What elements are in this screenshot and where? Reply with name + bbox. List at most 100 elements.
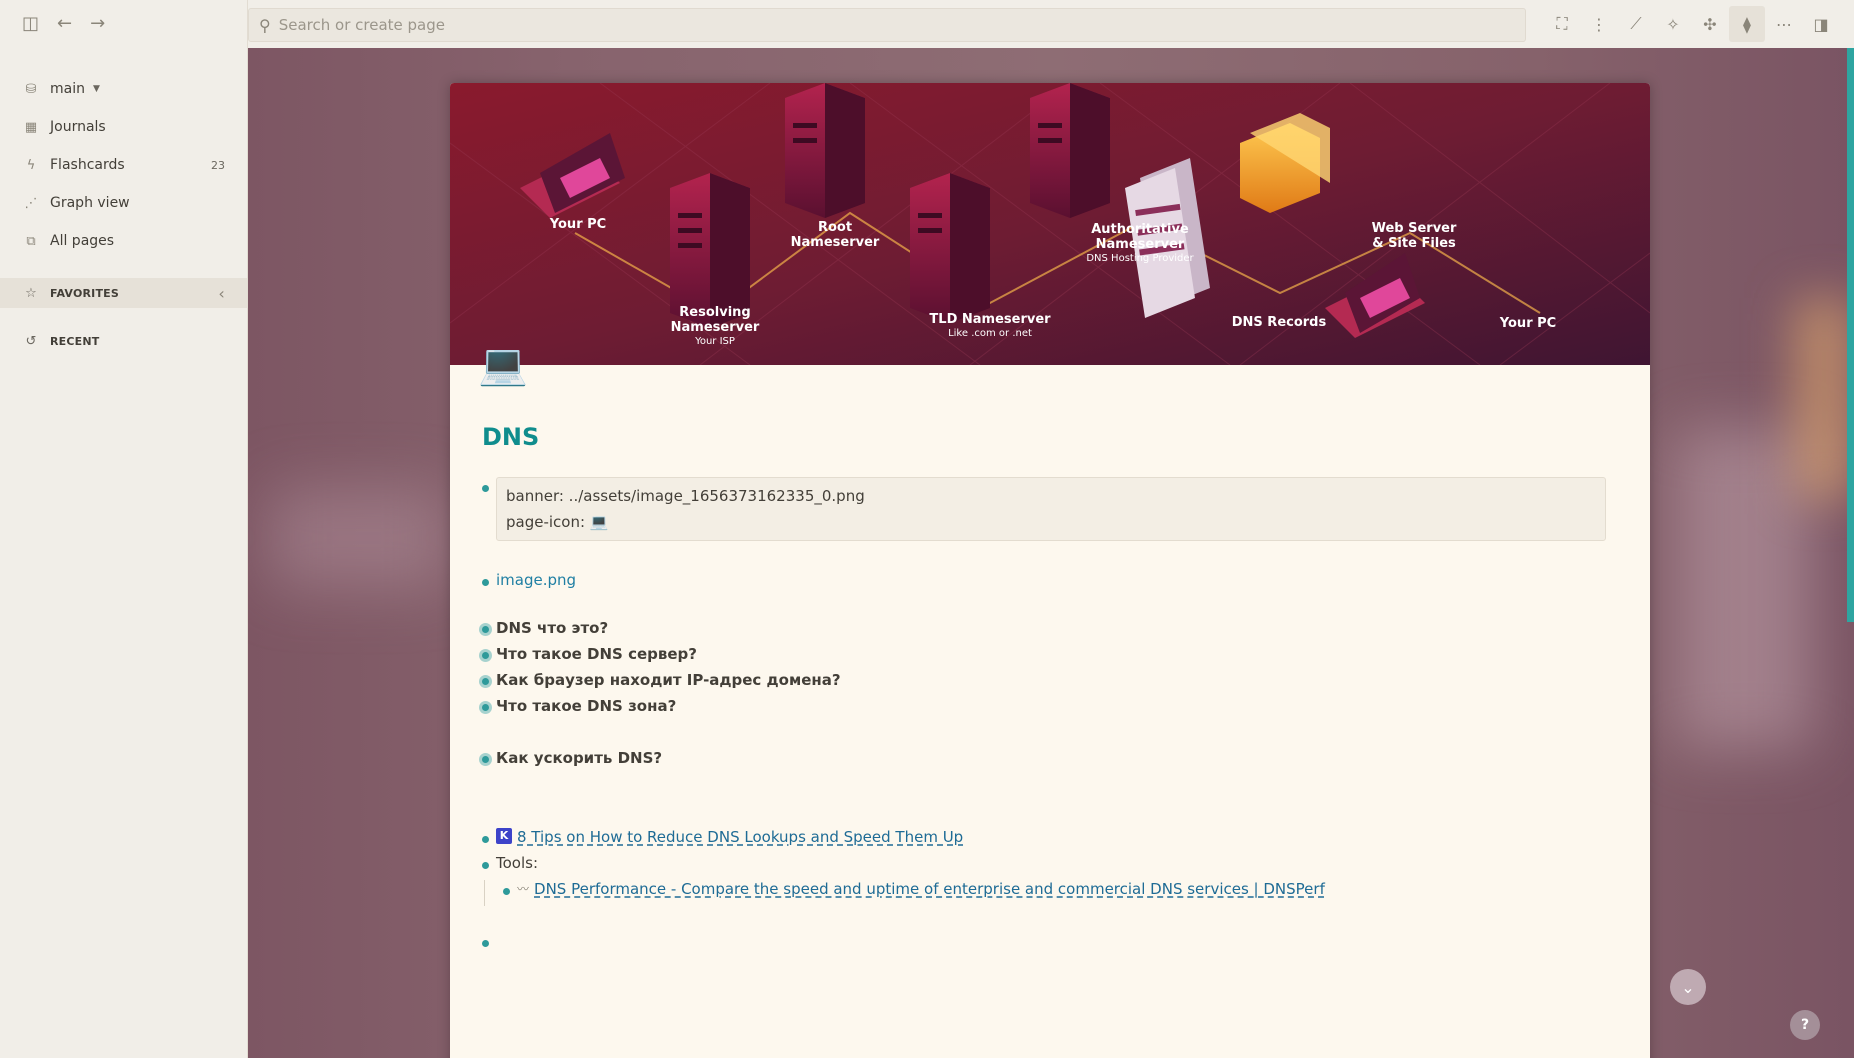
- sidebar-item-all-pages[interactable]: ⧉ All pages: [0, 222, 247, 260]
- page-icon[interactable]: 💻: [478, 345, 528, 385]
- question-text: Что такое DNS зона?: [496, 697, 677, 715]
- empty-block[interactable]: [478, 932, 1622, 958]
- tools-label: Tools:: [496, 854, 539, 872]
- question-block[interactable]: Как ускорить DNS?: [478, 749, 1622, 775]
- collapsed-bullet[interactable]: [479, 623, 492, 636]
- scrollbar[interactable]: [1847, 48, 1854, 622]
- left-sidebar: ◫ ← → ⛁ main ▼ ▦ Journals ϟ Flashcards 2…: [0, 0, 248, 1058]
- sidebar-item-label: Graph view: [50, 195, 130, 211]
- graph-selector[interactable]: ⛁ main ▼: [0, 70, 247, 108]
- forward-arrow-icon[interactable]: →: [90, 15, 105, 33]
- chevron-left-icon[interactable]: ‹: [218, 284, 225, 303]
- page-banner: Your PC Resolving Nameserver Your ISP Ro…: [450, 83, 1650, 365]
- top-header: ⚲ ⛶ ⋮ ⟋ ✧ ✣ ⧫ ⋯ ◨: [248, 0, 1854, 48]
- question-text: Как ускорить DNS?: [496, 749, 663, 767]
- background-blur: [1794, 298, 1854, 498]
- banner-label: Your PC: [1499, 316, 1556, 331]
- sidebar-item-flashcards[interactable]: ϟ Flashcards 23: [0, 146, 247, 184]
- sidebar-item-graph-view[interactable]: ⋰ Graph view: [0, 184, 247, 222]
- question-block[interactable]: Как браузер находит IP-адрес домена?: [478, 671, 1622, 697]
- question-block[interactable]: Что такое DNS зона?: [478, 697, 1622, 723]
- collapsed-bullet[interactable]: [479, 649, 492, 662]
- dnsperf-link[interactable]: DNS Performance - Compare the speed and …: [534, 880, 1325, 898]
- block-bullet[interactable]: [482, 836, 489, 843]
- list-item[interactable]: K 8 Tips on How to Reduce DNS Lookups an…: [478, 828, 1622, 854]
- pages-icon: ⧉: [26, 233, 36, 249]
- block-bullet[interactable]: [482, 579, 489, 586]
- collapsed-bullet[interactable]: [479, 701, 492, 714]
- background-blur: [268, 488, 448, 588]
- flash-icon: ϟ: [26, 157, 36, 173]
- plugin-trend-icon[interactable]: ⟋: [1618, 6, 1654, 42]
- search-icon: ⚲: [259, 15, 271, 35]
- favorites-section[interactable]: ☆ FAVORITES ‹: [0, 278, 247, 308]
- block-bullet[interactable]: [482, 940, 489, 947]
- sidebar-item-label: All pages: [50, 233, 115, 249]
- page-title[interactable]: DNS: [482, 423, 539, 451]
- main-content-area: Your PC Resolving Nameserver Your ISP Ro…: [248, 48, 1854, 1058]
- page-card: Your PC Resolving Nameserver Your ISP Ro…: [450, 83, 1650, 1058]
- banner-label: Your PC: [549, 217, 606, 232]
- banner-server-root: [785, 83, 865, 218]
- star-icon: ☆: [25, 285, 37, 301]
- site-favicon-icon: K: [496, 828, 512, 844]
- banner-label: DNS Records: [1232, 315, 1327, 330]
- sidebar-item-label: Flashcards: [50, 157, 125, 173]
- sidebar-item-journals[interactable]: ▦ Journals: [0, 108, 247, 146]
- banner-label: Authoritative: [1091, 222, 1189, 237]
- search-input[interactable]: [278, 16, 1479, 34]
- question-text: Как браузер находит IP-адрес домена?: [496, 671, 841, 689]
- flashcards-count: 23: [211, 158, 225, 172]
- banner-label: Root: [818, 220, 852, 235]
- question-block[interactable]: DNS что это?: [478, 619, 1622, 645]
- help-button[interactable]: ?: [1790, 1010, 1820, 1040]
- right-sidebar-toggle-icon[interactable]: ◨: [1803, 6, 1839, 42]
- favorites-label: FAVORITES: [50, 286, 119, 300]
- property-page-icon: page-icon: 💻: [506, 513, 609, 531]
- scroll-down-button[interactable]: ⌄: [1670, 969, 1706, 1005]
- collapsed-bullet[interactable]: [479, 675, 492, 688]
- more-horizontal-icon[interactable]: ⋯: [1766, 6, 1802, 42]
- graph-icon: ⋰: [24, 195, 38, 211]
- banner-label: Web Server: [1372, 221, 1457, 236]
- puzzle-icon[interactable]: ⧫: [1729, 6, 1765, 42]
- image-link[interactable]: image.png: [496, 571, 576, 589]
- banner-sublabel: Your ISP: [694, 336, 735, 347]
- database-icon: ⛁: [25, 81, 37, 97]
- properties-box[interactable]: banner: ../assets/image_1656373162335_0.…: [496, 477, 1606, 541]
- search-bar[interactable]: ⚲: [248, 8, 1526, 42]
- plugin-network-icon[interactable]: ✣: [1692, 6, 1728, 42]
- banner-server-tld: [910, 173, 990, 323]
- banner-server-authoritative: [1030, 83, 1110, 218]
- question-block[interactable]: Что такое DNS сервер?: [478, 645, 1622, 671]
- page-blocks: banner: ../assets/image_1656373162335_0.…: [478, 475, 1622, 958]
- recent-section[interactable]: ↺ RECENT: [0, 326, 247, 356]
- block-bullet[interactable]: [503, 888, 510, 895]
- banner-label: Nameserver: [671, 320, 760, 335]
- properties-block[interactable]: banner: ../assets/image_1656373162335_0.…: [478, 475, 1622, 541]
- block-bullet[interactable]: [482, 485, 489, 492]
- fullscreen-icon[interactable]: ⛶: [1544, 6, 1580, 42]
- sidebar-item-label: Journals: [50, 119, 106, 135]
- banner-label: TLD Nameserver: [929, 312, 1051, 327]
- list-item[interactable]: image.png: [478, 571, 1622, 589]
- list-item[interactable]: Tools:: [478, 854, 1622, 880]
- block-bullet[interactable]: [482, 862, 489, 869]
- tips-link[interactable]: 8 Tips on How to Reduce DNS Lookups and …: [517, 828, 963, 846]
- banner-label: & Site Files: [1372, 236, 1456, 251]
- list-item[interactable]: 〰 DNS Performance - Compare the speed an…: [499, 880, 1622, 906]
- dnsperf-favicon-icon: 〰: [517, 882, 530, 896]
- property-banner: banner: ../assets/image_1656373162335_0.…: [506, 487, 865, 505]
- toggle-sidebar-icon[interactable]: ◫: [22, 15, 39, 33]
- question-text: Что такое DNS сервер?: [496, 645, 697, 663]
- collapsed-bullet[interactable]: [479, 753, 492, 766]
- more-vertical-icon[interactable]: ⋮: [1581, 6, 1617, 42]
- graph-name: main: [50, 81, 85, 97]
- tools-children: 〰 DNS Performance - Compare the speed an…: [484, 880, 1622, 906]
- background-blur: [1674, 428, 1814, 748]
- back-arrow-icon[interactable]: ←: [57, 15, 72, 33]
- plugin-wand-icon[interactable]: ✧: [1655, 6, 1691, 42]
